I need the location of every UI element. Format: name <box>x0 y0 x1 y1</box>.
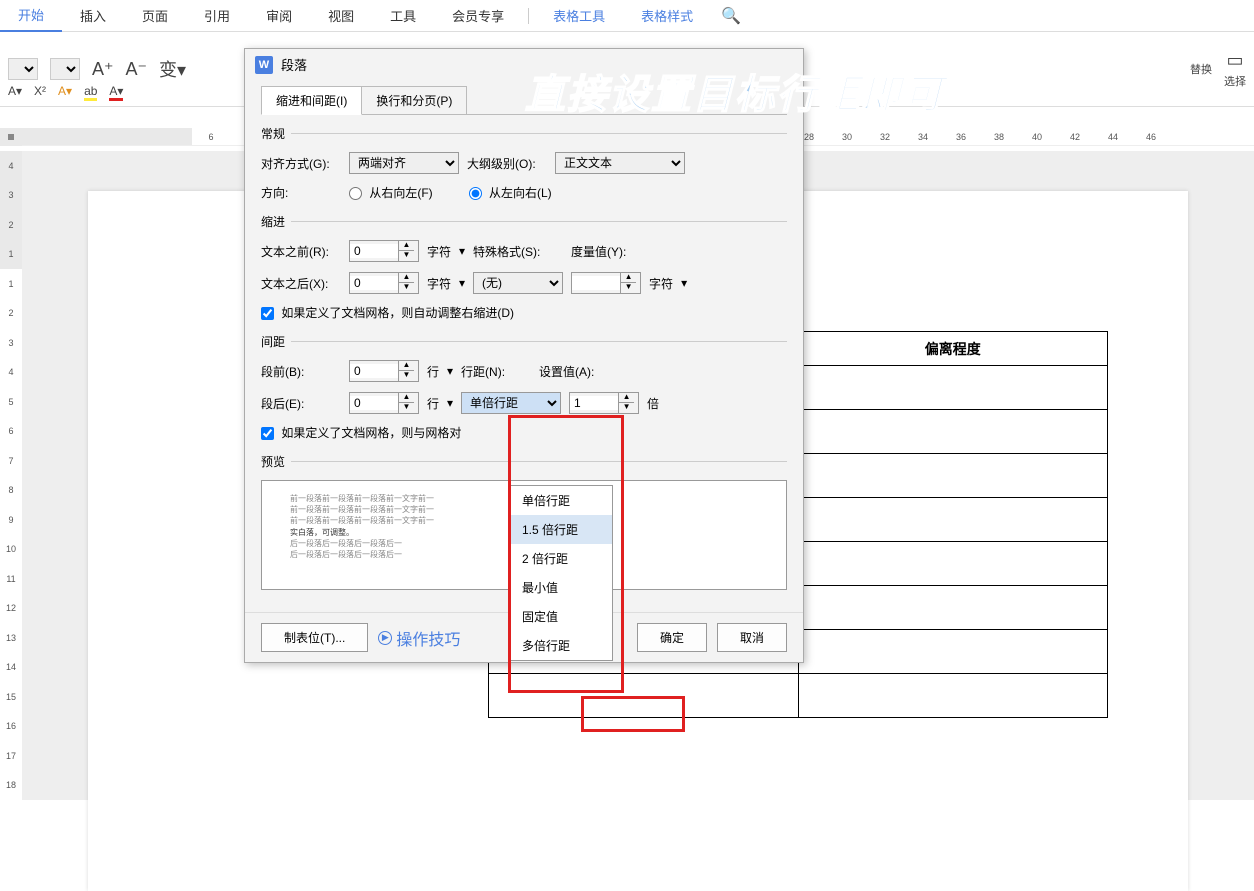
after-para-spinner[interactable]: ▲▼ <box>349 392 419 414</box>
menu-vip[interactable]: 会员专享 <box>434 0 522 31</box>
table-cell[interactable] <box>798 498 1108 542</box>
select-button[interactable]: ▭选择 <box>1224 50 1246 89</box>
dropdown-option-atleast[interactable]: 最小值 <box>510 573 612 602</box>
after-text-spinner[interactable]: ▲▼ <box>349 272 419 294</box>
table-cell[interactable] <box>798 542 1108 586</box>
special-label: 特殊格式(S): <box>473 243 563 260</box>
dropdown-option-double[interactable]: 2 倍行距 <box>510 544 612 573</box>
ruler-corner <box>0 128 22 146</box>
decrease-font-icon[interactable]: A⁻ <box>126 59 148 80</box>
section-indent: 缩进 <box>261 213 291 230</box>
dropdown-option-1-5[interactable]: 1.5 倍行距 <box>510 515 612 544</box>
unit-char: 字符 <box>649 275 673 292</box>
table-cell[interactable] <box>798 410 1108 454</box>
highlight-icon[interactable]: ab <box>84 84 97 101</box>
replace-button[interactable]: 替换 <box>1190 61 1212 77</box>
unit-line: 行 <box>427 363 439 380</box>
menu-bar: 开始 插入 页面 引用 审阅 视图 工具 会员专享 表格工具 表格样式 🔍 <box>0 0 1254 32</box>
unit-char: 字符 <box>427 243 451 260</box>
menu-reference[interactable]: 引用 <box>186 0 248 31</box>
outline-label: 大纲级别(O): <box>467 155 547 172</box>
cancel-button[interactable]: 取消 <box>717 623 787 652</box>
table-cell[interactable] <box>798 674 1108 718</box>
dropdown-option-single[interactable]: 单倍行距 <box>510 486 612 515</box>
text-effect-icon[interactable]: A▾ <box>58 84 72 101</box>
metric-spinner[interactable]: ▲▼ <box>571 272 641 294</box>
section-spacing: 间距 <box>261 333 291 350</box>
special-select[interactable]: (无) <box>473 272 563 294</box>
outline-select[interactable]: 正文文本 <box>555 152 685 174</box>
line-spacing-select[interactable]: 单倍行距 <box>461 392 561 414</box>
direction-rtl-radio[interactable]: 从右向左(F) <box>349 184 433 201</box>
ok-button[interactable]: 确定 <box>637 623 707 652</box>
unit-line: 行 <box>427 395 439 412</box>
alignment-label: 对齐方式(G): <box>261 155 341 172</box>
table-cell[interactable] <box>798 586 1108 630</box>
superscript-icon[interactable]: X² <box>34 84 46 101</box>
menu-tools[interactable]: 工具 <box>372 0 434 31</box>
font-color-icon[interactable]: A▾ <box>109 84 123 101</box>
menu-review[interactable]: 审阅 <box>248 0 310 31</box>
app-icon: W <box>255 56 273 74</box>
clear-format-icon[interactable]: A▾ <box>8 84 22 101</box>
table-cell[interactable] <box>489 674 799 718</box>
auto-adjust-checkbox[interactable]: 如果定义了文档网格，则自动调整右缩进(D) <box>261 304 514 321</box>
before-text-label: 文本之前(R): <box>261 243 341 260</box>
tips-link[interactable]: ▶操作技巧 <box>378 626 460 650</box>
font-select[interactable] <box>8 58 38 80</box>
separator <box>528 8 529 24</box>
table-cell[interactable] <box>798 366 1108 410</box>
after-para-label: 段后(E): <box>261 395 341 412</box>
menu-table-tools[interactable]: 表格工具 <box>535 0 623 31</box>
menu-insert[interactable]: 插入 <box>62 0 124 31</box>
tabs-button[interactable]: 制表位(T)... <box>261 623 368 652</box>
unit-times: 倍 <box>647 395 659 412</box>
set-value-label: 设置值(A): <box>539 363 619 380</box>
table-cell[interactable] <box>798 630 1108 674</box>
line-spacing-dropdown: 单倍行距 1.5 倍行距 2 倍行距 最小值 固定值 多倍行距 <box>509 485 613 661</box>
snap-grid-checkbox[interactable]: 如果定义了文档网格，则与网格对 <box>261 424 461 441</box>
increase-font-icon[interactable]: A⁺ <box>92 59 114 80</box>
unit-char: 字符 <box>427 275 451 292</box>
dropdown-option-multiple[interactable]: 多倍行距 <box>510 631 612 660</box>
table-cell[interactable] <box>798 454 1108 498</box>
before-para-spinner[interactable]: ▲▼ <box>349 360 419 382</box>
menu-view[interactable]: 视图 <box>310 0 372 31</box>
menu-start[interactable]: 开始 <box>0 0 62 32</box>
metric-label: 度量值(Y): <box>571 243 651 260</box>
annotation-text: 直接设置目标行距即可 <box>525 62 945 120</box>
dialog-title: 段落 <box>281 55 307 74</box>
size-select[interactable] <box>50 58 80 80</box>
paragraph-dialog: W 段落 缩进和间距(I) 换行和分页(P) 常规 对齐方式(G): 两端对齐 … <box>244 48 804 663</box>
before-text-spinner[interactable]: ▲▼ <box>349 240 419 262</box>
tab-line-page-breaks[interactable]: 换行和分页(P) <box>361 86 467 114</box>
tab-indent-spacing[interactable]: 缩进和间距(I) <box>261 86 362 115</box>
section-general: 常规 <box>261 125 291 142</box>
section-preview: 预览 <box>261 453 291 470</box>
alignment-select[interactable]: 两端对齐 <box>349 152 459 174</box>
table-header-2[interactable]: 偏离程度 <box>798 332 1108 366</box>
before-para-label: 段前(B): <box>261 363 341 380</box>
dropdown-option-exactly[interactable]: 固定值 <box>510 602 612 631</box>
vertical-ruler: 4 3 2 1 1 2 3 4 5 6 7 8 9 10 11 12 13 14… <box>0 151 22 800</box>
after-text-label: 文本之后(X): <box>261 275 341 292</box>
menu-table-style[interactable]: 表格样式 <box>623 0 711 31</box>
line-spacing-label: 行距(N): <box>461 363 531 380</box>
direction-label: 方向: <box>261 184 341 201</box>
menu-page[interactable]: 页面 <box>124 0 186 31</box>
format-icon[interactable]: 变▾ <box>159 56 186 82</box>
direction-ltr-radio[interactable]: 从左向右(L) <box>469 184 552 201</box>
set-value-spinner[interactable]: ▲▼ <box>569 392 639 414</box>
search-icon[interactable]: 🔍 <box>721 6 741 26</box>
